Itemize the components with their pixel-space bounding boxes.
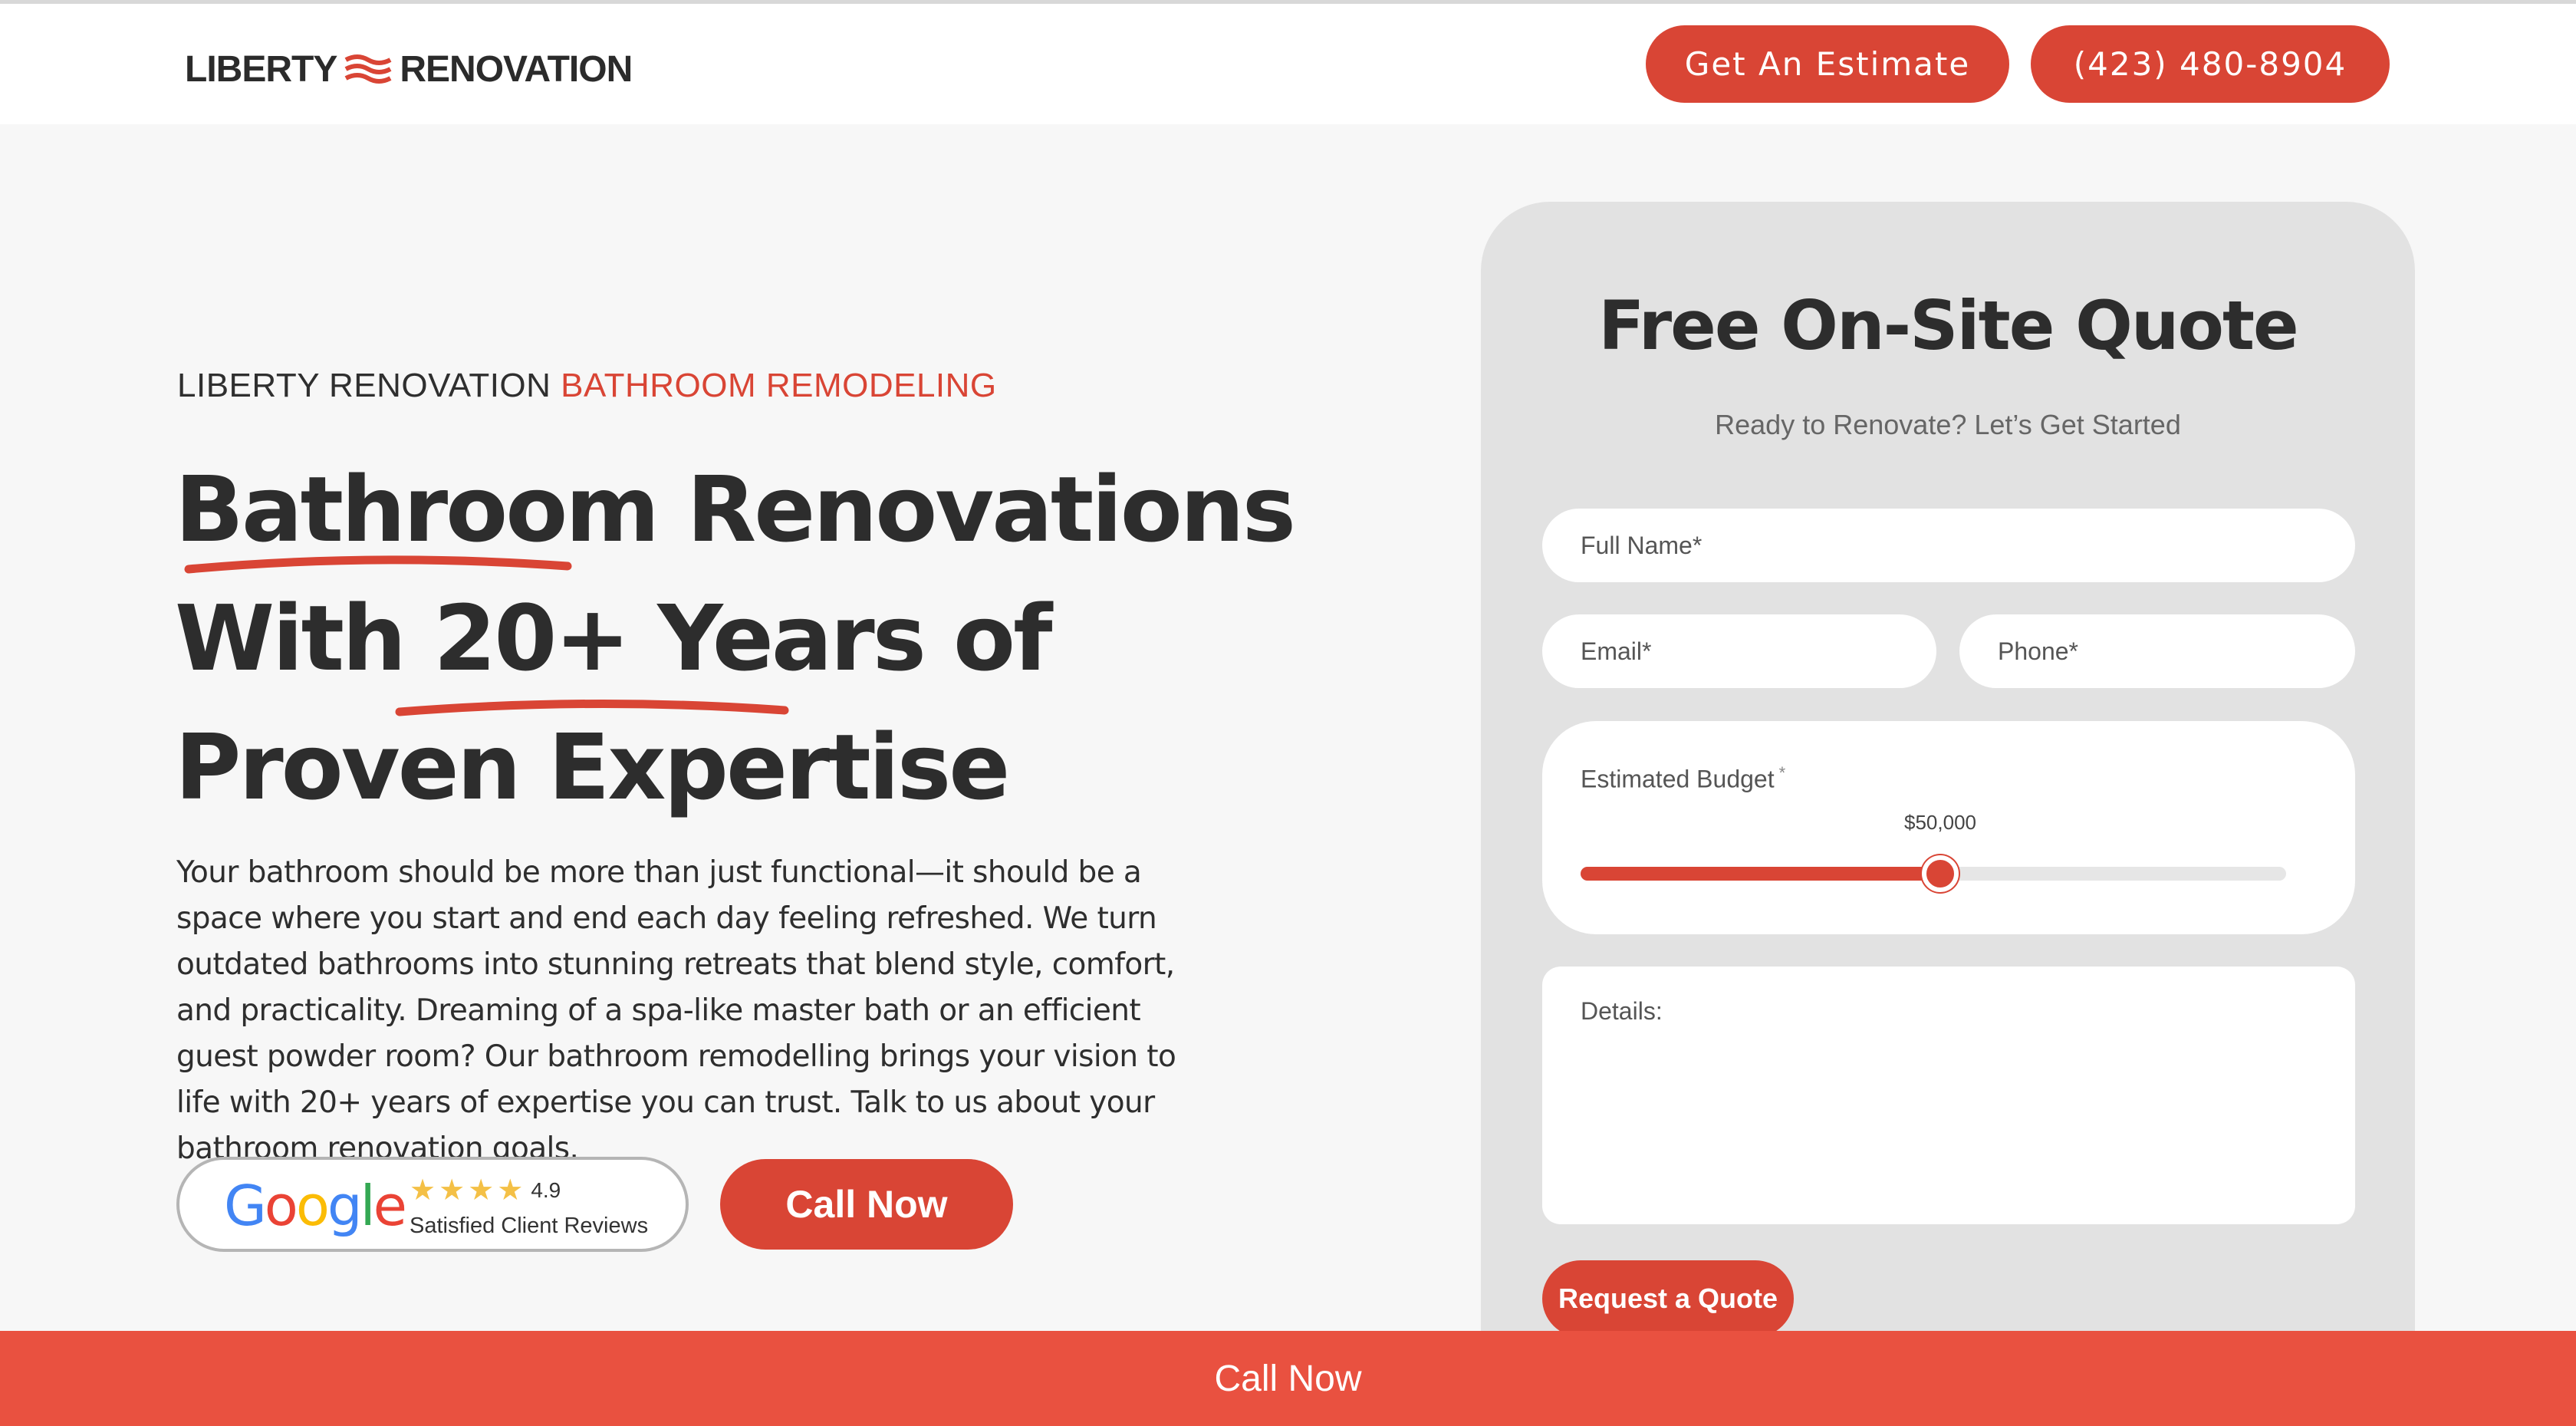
hero-body-text: Your bathroom should be more than just f… (176, 855, 1176, 1166)
get-estimate-button[interactable]: Get An Estimate (1646, 25, 2009, 103)
sticky-call-bar[interactable]: Call Now (0, 1331, 2576, 1426)
budget-slider-group: Estimated Budget * $50,000 (1542, 721, 2355, 934)
eyebrow-accent: BATHROOM REMODELING (561, 367, 997, 404)
headline-underline-1 (184, 555, 572, 574)
email-field[interactable]: Email* (1542, 614, 1936, 688)
form-title: Free On-Site Quote (1598, 286, 2298, 365)
phone-placeholder: Phone* (1998, 637, 2078, 665)
phone-button[interactable]: (423) 480-8904 (2031, 25, 2390, 103)
full-name-field[interactable]: Full Name* (1542, 509, 2355, 582)
form-subtitle: Ready to Renovate? Let’s Get Started (1715, 409, 2181, 440)
google-reviews-badge[interactable]: Google ★ ★ ★ ★ 4.9 Satisfied Client Revi… (176, 1157, 689, 1252)
call-now-button[interactable]: Call Now (720, 1159, 1013, 1250)
star-icon: ★ (468, 1174, 495, 1207)
sticky-call-label: Call Now (1214, 1358, 1362, 1399)
wave-flag-icon (344, 54, 392, 84)
google-logo: Google (224, 1174, 407, 1238)
eyebrow-main: LIBERTY RENOVATION (177, 367, 561, 404)
request-quote-button[interactable]: Request a Quote (1542, 1260, 1794, 1337)
budget-value: $50,000 (1904, 811, 1976, 834)
budget-label: Estimated Budget * (1581, 763, 1785, 794)
required-marker: * (1778, 763, 1786, 782)
star-icon: ★ (439, 1174, 466, 1207)
rating-value: 4.9 (531, 1178, 561, 1202)
phone-field[interactable]: Phone* (1959, 614, 2355, 688)
budget-slider-track[interactable] (1581, 855, 2286, 892)
budget-slider-handle[interactable] (1922, 855, 1959, 892)
hero-headline: Bathroom Renovations With 20+ Years of P… (175, 445, 1325, 832)
budget-label-text: Estimated Budget (1581, 765, 1775, 793)
reviews-label: Satisfied Client Reviews (410, 1214, 649, 1238)
budget-slider-fill (1581, 867, 1940, 881)
star-icon: ★ (410, 1174, 436, 1207)
quote-form-card: Free On-Site Quote Ready to Renovate? Le… (1481, 202, 2415, 1426)
logo-text-right: RENOVATION (400, 48, 633, 90)
site-header: LIBERTY RENOVATION Get An Estimate (423)… (0, 4, 2576, 124)
site-logo[interactable]: LIBERTY RENOVATION (185, 42, 633, 96)
details-placeholder: Details: (1581, 997, 1663, 1025)
headline-line-3: Proven Expertise (175, 714, 1010, 820)
hero-eyebrow: LIBERTY RENOVATION BATHROOM REMODELING (177, 367, 997, 405)
headline-line-2: With 20+ Years of (175, 585, 1052, 691)
rating-stars: ★ ★ ★ ★ 4.9 (410, 1175, 561, 1206)
logo-text-left: LIBERTY (185, 48, 337, 90)
full-name-placeholder: Full Name* (1581, 531, 1703, 559)
details-textarea[interactable]: Details: (1542, 967, 2355, 1224)
email-placeholder: Email* (1581, 637, 1652, 665)
star-icon: ★ (497, 1174, 524, 1207)
headline-underline-2 (395, 699, 789, 716)
